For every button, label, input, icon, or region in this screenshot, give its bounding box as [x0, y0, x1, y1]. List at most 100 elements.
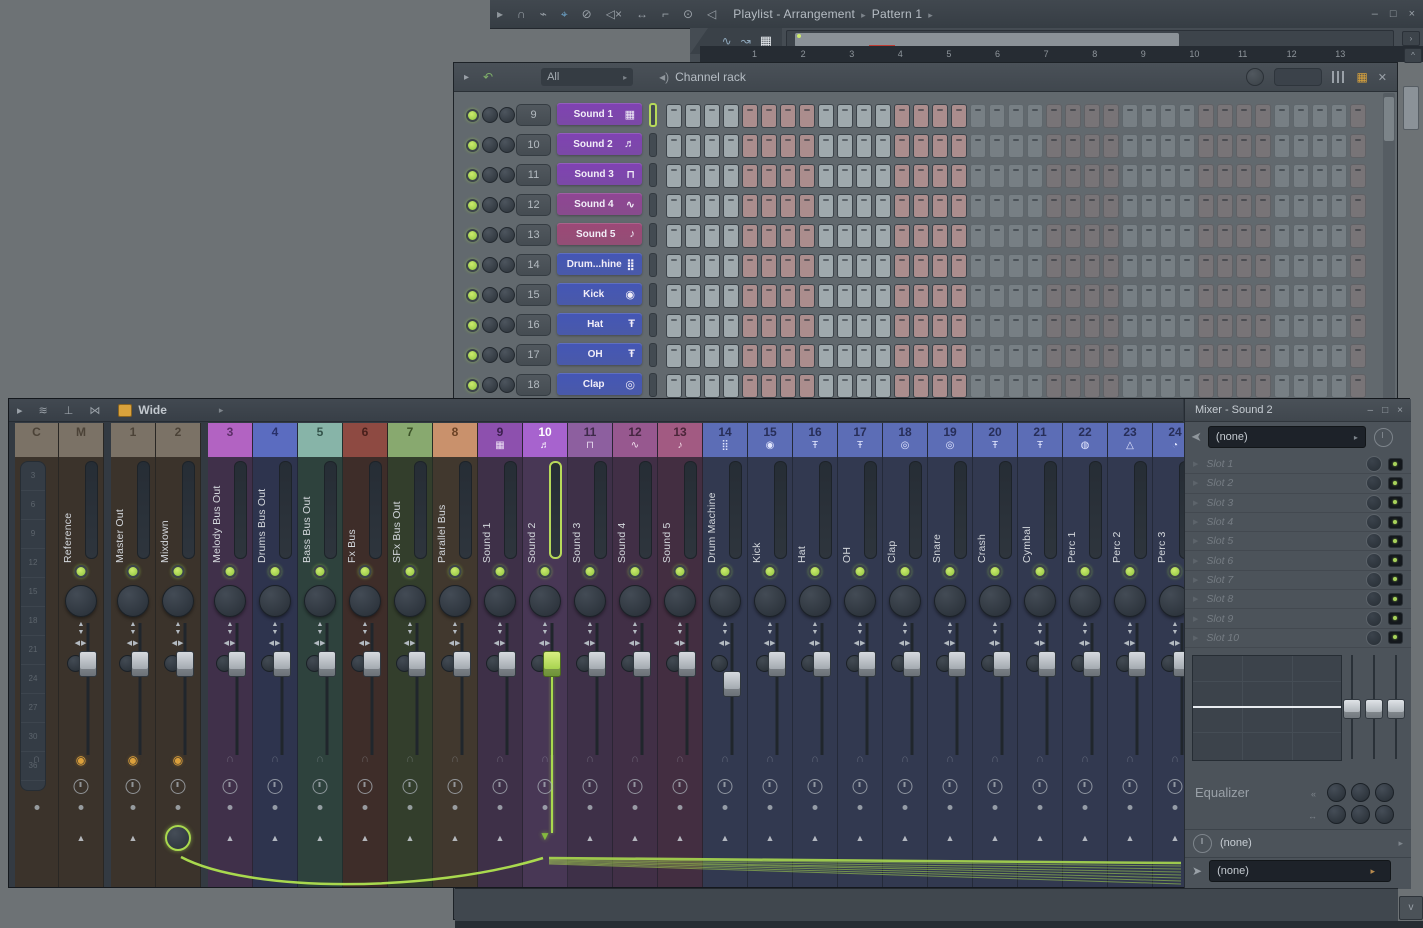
step-cell[interactable] — [1312, 194, 1328, 218]
track-header[interactable]: 21Ŧ — [1018, 423, 1062, 457]
step-cell[interactable] — [1103, 224, 1119, 248]
step-cell[interactable] — [1084, 134, 1100, 158]
step-cell[interactable] — [685, 284, 701, 308]
track-header[interactable]: C — [15, 423, 58, 457]
step-cell[interactable] — [894, 104, 910, 128]
delete-tool-icon[interactable]: ⊘ — [582, 7, 592, 21]
channel-vol-knob[interactable] — [499, 257, 515, 273]
step-cell[interactable] — [761, 104, 777, 128]
step-cell[interactable] — [1122, 104, 1138, 128]
eq-freq-knob-3[interactable] — [1375, 783, 1394, 802]
channel-select-pill[interactable] — [649, 133, 657, 157]
step-cell[interactable] — [970, 344, 986, 368]
step-cell[interactable] — [1084, 224, 1100, 248]
step-cell[interactable] — [913, 224, 929, 248]
step-cell[interactable] — [1008, 344, 1024, 368]
step-cell[interactable] — [894, 194, 910, 218]
pattern-title[interactable]: Pattern 1 — [872, 7, 923, 21]
audio-output-row[interactable]: ➤ (none)▸ — [1185, 857, 1411, 884]
track-mute-led[interactable] — [494, 565, 507, 578]
channel-button[interactable]: Sound 3⊓ — [557, 163, 642, 185]
step-cell[interactable] — [837, 224, 853, 248]
channel-select-pill[interactable] — [649, 163, 657, 187]
step-cell[interactable] — [1179, 224, 1195, 248]
slot-enable-led[interactable] — [1388, 631, 1403, 644]
latency-clock-icon[interactable] — [583, 779, 598, 794]
step-cell[interactable] — [1236, 374, 1252, 398]
step-cell[interactable] — [989, 344, 1005, 368]
step-cell[interactable] — [1312, 284, 1328, 308]
step-cell[interactable] — [1122, 344, 1138, 368]
step-cell[interactable] — [1255, 284, 1271, 308]
slot-mix-knob[interactable] — [1366, 533, 1382, 549]
headphone-icon[interactable]: ∩ — [451, 753, 459, 765]
step-cell[interactable] — [932, 104, 948, 128]
step-cell[interactable] — [1274, 194, 1290, 218]
channel-number[interactable]: 14 — [516, 254, 551, 276]
step-cell[interactable] — [894, 224, 910, 248]
latency-clock-icon[interactable] — [1168, 779, 1183, 794]
step-cell[interactable] — [970, 284, 986, 308]
step-cell[interactable] — [1255, 344, 1271, 368]
stereo-sep-knob[interactable] — [619, 585, 651, 617]
step-cell[interactable] — [989, 104, 1005, 128]
step-cell[interactable] — [799, 314, 815, 338]
step-cell[interactable] — [837, 374, 853, 398]
step-cell[interactable] — [1027, 134, 1043, 158]
slot-enable-led[interactable] — [1388, 477, 1403, 490]
step-cell[interactable] — [666, 104, 682, 128]
slot-enable-led[interactable] — [1388, 593, 1403, 606]
send-arrow-icon[interactable]: ▲ — [496, 833, 505, 843]
volume-fader[interactable] — [1038, 651, 1056, 677]
step-cell[interactable] — [1350, 344, 1366, 368]
step-cell[interactable] — [1293, 194, 1309, 218]
step-cell[interactable] — [913, 344, 929, 368]
step-cell[interactable] — [1160, 104, 1176, 128]
step-cell[interactable] — [818, 104, 834, 128]
step-cell[interactable] — [1255, 374, 1271, 398]
step-cell[interactable] — [723, 374, 739, 398]
effect-slot[interactable]: ▶Slot 4 — [1185, 513, 1411, 532]
channel-number[interactable]: 11 — [516, 164, 551, 186]
step-cell[interactable] — [761, 224, 777, 248]
track-mute-led[interactable] — [359, 565, 372, 578]
step-cell[interactable] — [1065, 344, 1081, 368]
latency-clock-icon[interactable] — [763, 779, 778, 794]
channel-enable-led[interactable] — [466, 229, 479, 242]
step-cell[interactable] — [818, 194, 834, 218]
step-cell[interactable] — [894, 164, 910, 188]
mixer-track-SFx Bus Out[interactable]: 7SFx Bus Out▲▼◀▶∩▲ — [388, 423, 433, 887]
step-cell[interactable] — [1217, 164, 1233, 188]
step-cell[interactable] — [894, 284, 910, 308]
mixer-track-Parallel Bus[interactable]: 8Parallel Bus▲▼◀▶∩▲ — [433, 423, 478, 887]
channel-vol-knob[interactable] — [499, 137, 515, 153]
step-cell[interactable] — [989, 284, 1005, 308]
step-cell[interactable] — [951, 314, 967, 338]
send-arrow-icon[interactable]: ▲ — [406, 833, 415, 843]
step-cell[interactable] — [1236, 314, 1252, 338]
mixer-track-Mixdown[interactable]: 2Mixdown▲▼◀▶◉ — [156, 423, 201, 887]
stereo-sep-knob[interactable] — [117, 585, 149, 617]
step-cell[interactable] — [1046, 104, 1062, 128]
eq-freq-knob-2[interactable] — [1351, 783, 1370, 802]
step-cell[interactable] — [1027, 224, 1043, 248]
slot-arrow-icon[interactable]: ▶ — [1193, 518, 1198, 526]
mixer-track-Fx Bus[interactable]: 6Fx Bus▲▼◀▶∩▲ — [343, 423, 388, 887]
volume-fader[interactable] — [408, 651, 426, 677]
step-cell[interactable] — [1084, 194, 1100, 218]
step-cell[interactable] — [1027, 314, 1043, 338]
step-cell[interactable] — [704, 134, 720, 158]
channel-pan-knob[interactable] — [482, 347, 498, 363]
step-cell[interactable] — [837, 164, 853, 188]
slot-mix-knob[interactable] — [1366, 611, 1382, 627]
step-cell[interactable] — [761, 374, 777, 398]
channel-vol-knob[interactable] — [499, 317, 515, 333]
step-cell[interactable] — [723, 134, 739, 158]
headphone-icon[interactable]: ∩ — [1036, 753, 1044, 765]
step-cell[interactable] — [932, 344, 948, 368]
step-cell[interactable] — [1255, 134, 1271, 158]
step-cell[interactable] — [1293, 374, 1309, 398]
step-cell[interactable] — [666, 314, 682, 338]
plugin-preset-dropdown[interactable]: (none)▸ — [1208, 426, 1366, 448]
step-cell[interactable] — [1027, 104, 1043, 128]
